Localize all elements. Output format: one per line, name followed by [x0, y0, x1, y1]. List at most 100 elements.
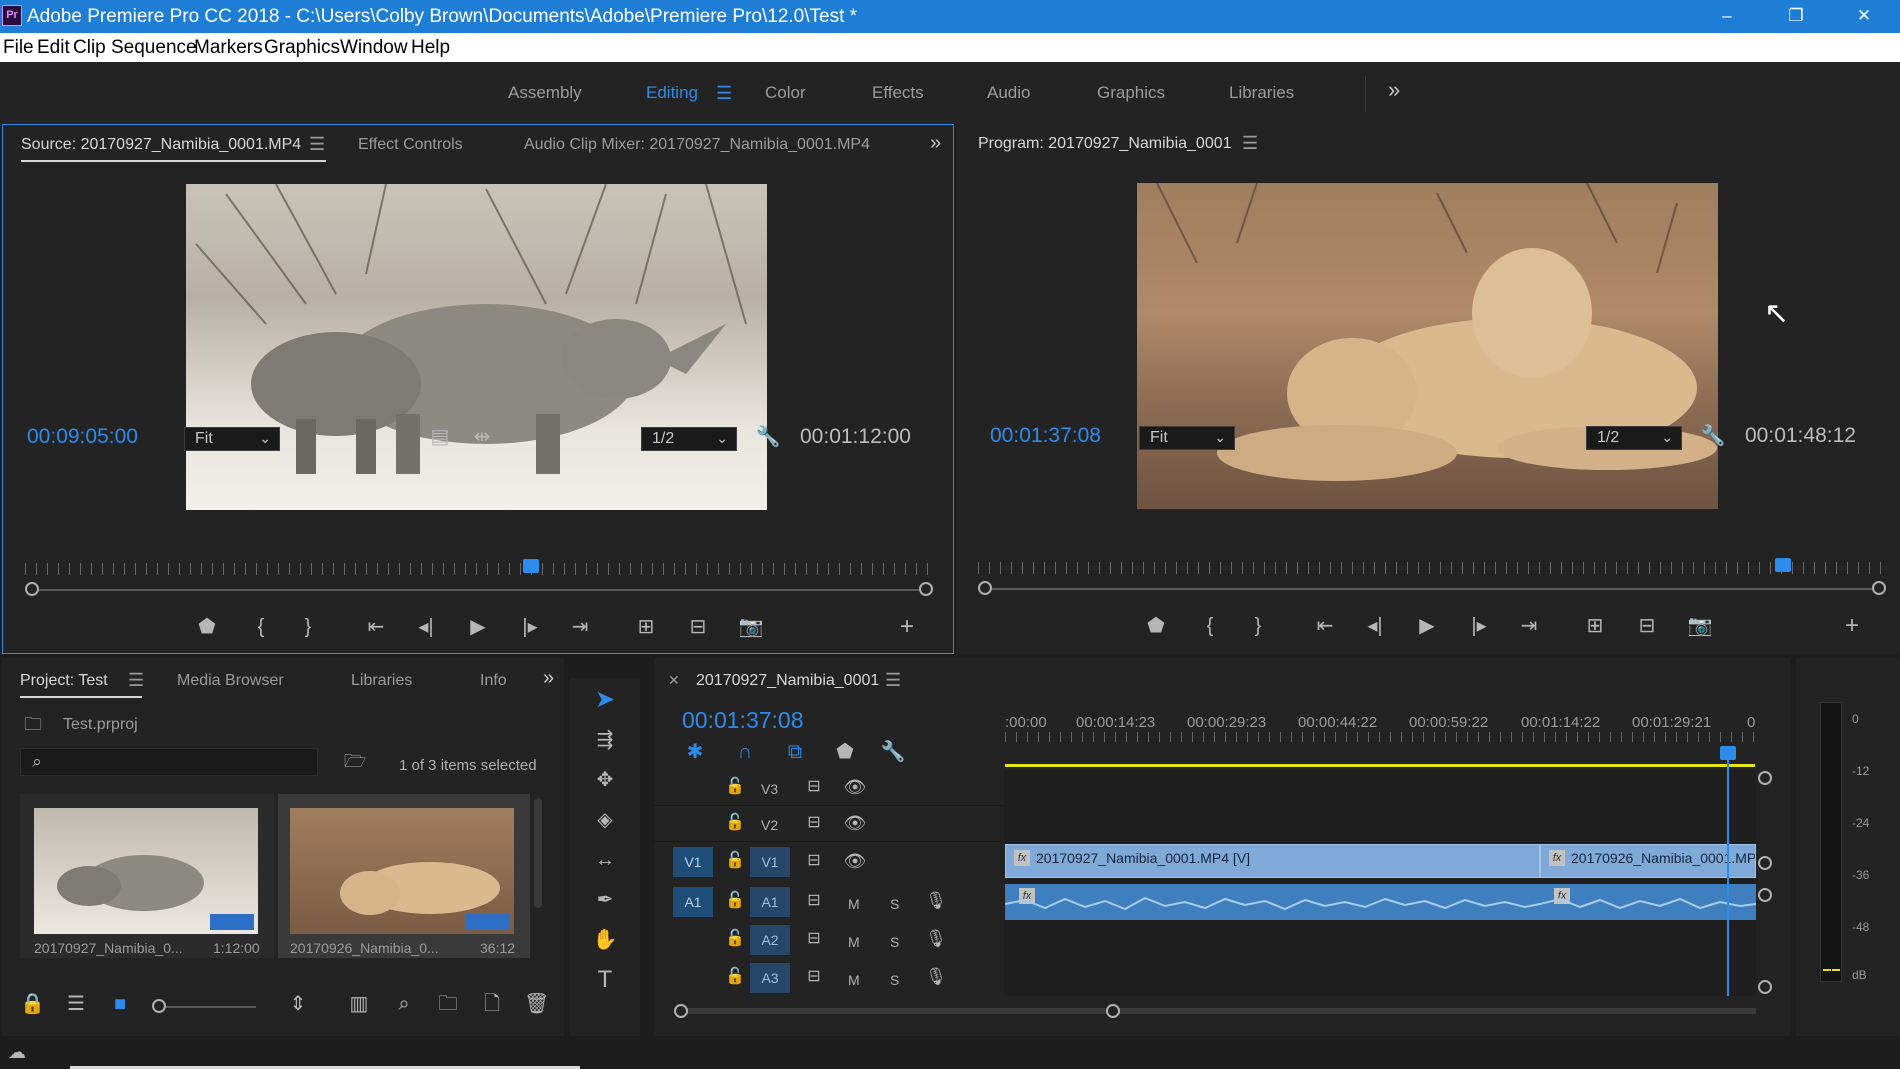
tab-libraries[interactable]: Libraries [351, 672, 412, 690]
selection-tool-icon[interactable]: ➤ [590, 688, 620, 712]
program-time-ruler[interactable] [978, 562, 1882, 574]
panel-overflow-icon[interactable]: » [543, 667, 554, 690]
close-sequence-icon[interactable]: ✕ [668, 672, 680, 689]
icon-view-icon[interactable]: ■ [108, 992, 132, 1016]
tab-media-browser[interactable]: Media Browser [177, 672, 284, 690]
lock-track-icon[interactable]: 🔓 [724, 849, 746, 873]
project-scrollbar[interactable] [534, 798, 542, 908]
new-item-icon[interactable]: 🗋 [480, 992, 504, 1016]
go-to-out-icon[interactable]: ⇥ [1516, 614, 1542, 638]
source-patch-v1[interactable]: V1 [673, 847, 713, 877]
track-target-v1[interactable]: V1 [750, 847, 790, 877]
workspace-editing[interactable]: Editing [646, 83, 698, 103]
wrench-icon[interactable]: 🔧 [755, 425, 781, 449]
timeline-settings-icon[interactable]: 🔧 [880, 740, 906, 764]
source-resolution-select[interactable]: 1/2 ⌄ [641, 427, 737, 451]
close-button[interactable]: ✕ [1840, 3, 1888, 29]
source-scroll-end-handle[interactable] [919, 582, 933, 596]
drag-video-icon[interactable]: ⇹ [469, 425, 495, 449]
tab-effect-controls[interactable]: Effect Controls [358, 136, 463, 154]
automate-to-sequence-icon[interactable]: ▥ [346, 992, 372, 1016]
program-resolution-select[interactable]: 1/2 ⌄ [1586, 426, 1682, 450]
insert-overwrite-nest-icon[interactable]: ✱ [682, 740, 708, 764]
timeline-horizontal-scrollbar[interactable] [674, 1008, 1756, 1014]
video-clip[interactable]: fx 20170927_Namibia_0001.MP4 [V] [1005, 844, 1540, 878]
program-scroll-start-handle[interactable] [978, 581, 992, 595]
panel-overflow-icon[interactable]: » [930, 132, 941, 155]
creative-cloud-icon[interactable]: ☁ [4, 1040, 30, 1064]
project-search-input[interactable]: ⌕ [20, 748, 318, 776]
menu-clip[interactable]: Clip [73, 37, 106, 59]
program-zoom-scrollbar[interactable] [985, 588, 1879, 590]
trash-icon[interactable]: 🗑 [524, 992, 549, 1016]
step-forward-icon[interactable]: |▸ [517, 615, 543, 639]
mute-button[interactable]: M [848, 972, 860, 988]
microphone-icon[interactable]: 🎙 [924, 965, 948, 989]
microphone-icon[interactable]: 🎙 [924, 927, 948, 951]
minimize-button[interactable]: – [1703, 3, 1751, 29]
tab-project[interactable]: Project: Test [20, 672, 108, 690]
track-height-handle[interactable] [1758, 771, 1772, 785]
track-select-tool-icon[interactable]: ⇶ [590, 728, 620, 752]
solo-button[interactable]: S [890, 896, 899, 912]
sync-lock-icon[interactable]: ⊟ [802, 927, 826, 951]
work-area-bar[interactable] [1005, 764, 1755, 767]
add-marker-icon[interactable]: ⬟ [832, 740, 858, 764]
solo-button[interactable]: S [890, 934, 899, 950]
type-tool-icon[interactable]: T [590, 968, 620, 992]
source-timecode[interactable]: 00:09:05:00 [27, 425, 138, 449]
mark-in-icon[interactable]: { [1198, 614, 1222, 638]
step-forward-icon[interactable]: |▸ [1466, 614, 1492, 638]
menu-sequence[interactable]: Sequence [111, 37, 197, 59]
track-height-handle[interactable] [1758, 980, 1772, 994]
mark-out-icon[interactable]: } [1246, 614, 1270, 638]
export-frame-icon[interactable]: 📷 [737, 615, 765, 639]
menu-window[interactable]: Window [340, 37, 408, 59]
track-target-a1[interactable]: A1 [750, 887, 790, 917]
mark-out-icon[interactable]: } [296, 615, 320, 639]
play-icon[interactable]: ▶ [1414, 614, 1440, 638]
sync-lock-icon[interactable]: ⊟ [802, 849, 826, 873]
project-panel-menu-icon[interactable]: ☰ [128, 670, 144, 691]
lock-track-icon[interactable]: 🔓 [724, 889, 746, 913]
zoom-slider-track[interactable] [166, 1006, 256, 1008]
eye-icon[interactable]: 👁 [843, 775, 867, 799]
lock-icon[interactable]: 🔒 [20, 992, 45, 1016]
pen-tool-icon[interactable]: ✒ [590, 888, 620, 912]
mute-button[interactable]: M [848, 934, 860, 950]
track-target-a3[interactable]: A3 [750, 963, 790, 993]
workspace-assembly[interactable]: Assembly [508, 83, 582, 103]
new-bin-icon[interactable]: 🗀 [436, 992, 460, 1016]
sort-icons-icon[interactable]: ⇕ [286, 992, 310, 1016]
video-clip[interactable]: fx20170926_Namibia_0001.MP4 [V] [1540, 844, 1756, 878]
menu-file[interactable]: File [3, 37, 34, 59]
source-playhead[interactable] [523, 559, 540, 573]
timeline-playhead-line[interactable] [1727, 752, 1729, 996]
restore-button[interactable]: ❐ [1772, 3, 1820, 29]
workspace-color[interactable]: Color [765, 83, 806, 103]
program-playhead[interactable] [1774, 558, 1791, 572]
mark-in-icon[interactable]: { [249, 615, 273, 639]
workspace-menu-icon[interactable]: ☰ [716, 83, 732, 104]
new-bin-from-search-icon[interactable]: 🗁 [342, 749, 368, 773]
add-marker-icon[interactable]: ⬟ [195, 615, 219, 639]
source-time-ruler[interactable] [25, 563, 929, 575]
add-marker-icon[interactable]: ⬟ [1144, 614, 1168, 638]
go-to-in-icon[interactable]: ⇤ [1312, 614, 1338, 638]
hand-tool-icon[interactable]: ✋ [590, 928, 620, 952]
export-frame-icon[interactable]: 📷 [1686, 614, 1714, 638]
tab-sequence[interactable]: 20170927_Namibia_0001 [696, 672, 879, 690]
overwrite-icon[interactable]: ⊟ [683, 615, 713, 639]
program-zoom-select[interactable]: Fit ⌄ [1139, 426, 1235, 450]
source-zoom-select[interactable]: Fit ⌄ [184, 427, 280, 451]
snap-icon[interactable]: ∩ [732, 740, 758, 764]
track-height-handle[interactable] [1758, 888, 1772, 902]
lock-track-icon[interactable]: 🔓 [724, 775, 746, 799]
timeline-ruler[interactable]: :00:00 00:00:14:23 00:00:29:23 00:00:44:… [1005, 714, 1755, 744]
lock-track-icon[interactable]: 🔓 [724, 965, 746, 989]
track-area[interactable] [1004, 770, 1756, 996]
menu-markers[interactable]: Markers [194, 37, 263, 59]
zoom-slider-handle[interactable] [152, 999, 166, 1013]
menu-edit[interactable]: Edit [37, 37, 70, 59]
program-scroll-end-handle[interactable] [1872, 581, 1886, 595]
